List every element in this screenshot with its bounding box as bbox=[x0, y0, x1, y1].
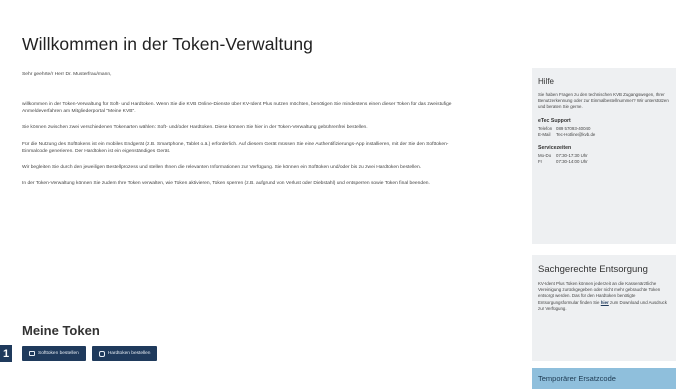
token-device-icon bbox=[98, 350, 105, 357]
hours-time: 07:30-14:00 Uhr bbox=[556, 159, 588, 165]
phone-icon bbox=[29, 351, 35, 356]
disposal-title: Sachgerechte Entsorgung bbox=[538, 264, 648, 275]
hours-days: Fr bbox=[538, 159, 543, 165]
order-softtoken-button[interactable]: Softtoken bestellen bbox=[22, 346, 86, 361]
order-hardtoken-label: Hardtoken bestellen bbox=[107, 351, 151, 356]
greeting: Sehr geehrte/r Herr Dr. Musterfrau/mann, bbox=[22, 72, 112, 77]
help-box: Hilfe Sie haben Fragen zu den technische… bbox=[532, 68, 676, 244]
email-value[interactable]: Tec-Hotline@kvb.de bbox=[556, 132, 595, 138]
page-title: Willkommen in der Token-Verwaltung bbox=[22, 34, 313, 54]
intro-paragraph-5: In der Token-Verwaltung können Sie zudem… bbox=[22, 181, 430, 187]
main-content: Willkommen in der Token-Verwaltung Sehr … bbox=[22, 34, 490, 187]
intro-paragraph-2: Sie können zwischen zwei verschiedenen T… bbox=[22, 125, 368, 131]
hours-title: Servicezeiten bbox=[538, 145, 572, 152]
temporary-code-title: Temporärer Ersatzcode bbox=[538, 374, 616, 383]
step-marker: 1 bbox=[0, 345, 12, 362]
support-title: eTec Support bbox=[538, 117, 571, 124]
disposal-text: KV-Ident Plus Token können jederzeit an … bbox=[538, 281, 670, 312]
intro-paragraph-3: Für die Nutzung des Softtokens ist ein m… bbox=[22, 141, 449, 154]
help-title: Hilfe bbox=[538, 77, 555, 86]
disposal-form-link[interactable]: hier bbox=[601, 300, 609, 305]
intro-paragraph-1: willkommen in der Token-Verwaltung für S… bbox=[22, 102, 452, 115]
temporary-code-box[interactable]: Temporärer Ersatzcode bbox=[532, 368, 676, 389]
hours-row: Fr 07:30-14:00 Uhr bbox=[538, 159, 670, 165]
email-label: E-Mail bbox=[538, 131, 551, 137]
my-tokens-heading: Meine Token bbox=[22, 323, 100, 338]
disposal-box: Sachgerechte Entsorgung KV-Ident Plus To… bbox=[532, 255, 676, 361]
intro-paragraph-4: Wir begleiten Sie durch den jeweiligen B… bbox=[22, 165, 422, 171]
token-actions: Softtoken bestellen Hardtoken bestellen bbox=[22, 346, 158, 361]
support-email: E-Mail Tec-Hotline@kvb.de bbox=[538, 132, 670, 138]
order-softtoken-label: Softtoken bestellen bbox=[38, 351, 79, 356]
help-text: Sie haben Fragen zu den technischen KVB … bbox=[538, 92, 669, 110]
order-hardtoken-button[interactable]: Hardtoken bestellen bbox=[91, 346, 158, 361]
